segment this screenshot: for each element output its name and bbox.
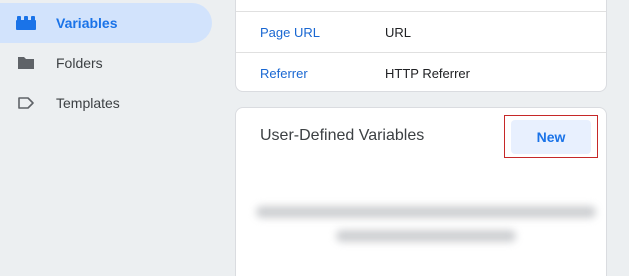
blurred-text-line (256, 206, 596, 218)
blurred-text-line (336, 230, 516, 242)
user-defined-variables-card: User-Defined Variables New (235, 107, 607, 276)
app-root: Variables Folders Templates Page URL URL (0, 0, 629, 276)
section-title: User-Defined Variables (260, 127, 425, 144)
tag-icon (16, 93, 36, 113)
sidebar-item-templates[interactable]: Templates (0, 83, 212, 123)
sidebar-item-label: Variables (56, 15, 118, 31)
sidebar-item-variables[interactable]: Variables (0, 3, 212, 43)
sidebar-item-label: Templates (56, 95, 120, 111)
variable-name-link[interactable]: Referrer (260, 66, 308, 81)
sidebar: Variables Folders Templates (0, 0, 222, 276)
variable-type: HTTP Referrer (385, 65, 470, 81)
table-row: Referrer HTTP Referrer (236, 53, 606, 93)
builtin-variables-card: Page URL URL Referrer HTTP Referrer (235, 0, 607, 92)
variable-name-link[interactable]: Page URL (260, 25, 320, 40)
variable-type: URL (385, 24, 412, 40)
new-variable-button[interactable]: New (511, 120, 591, 154)
blurred-empty-state (256, 204, 596, 252)
blocks-icon (16, 13, 36, 33)
table-row: Page URL URL (236, 12, 606, 52)
sidebar-item-label: Folders (56, 55, 103, 71)
sidebar-item-folders[interactable]: Folders (0, 43, 212, 83)
folder-icon (16, 53, 36, 73)
